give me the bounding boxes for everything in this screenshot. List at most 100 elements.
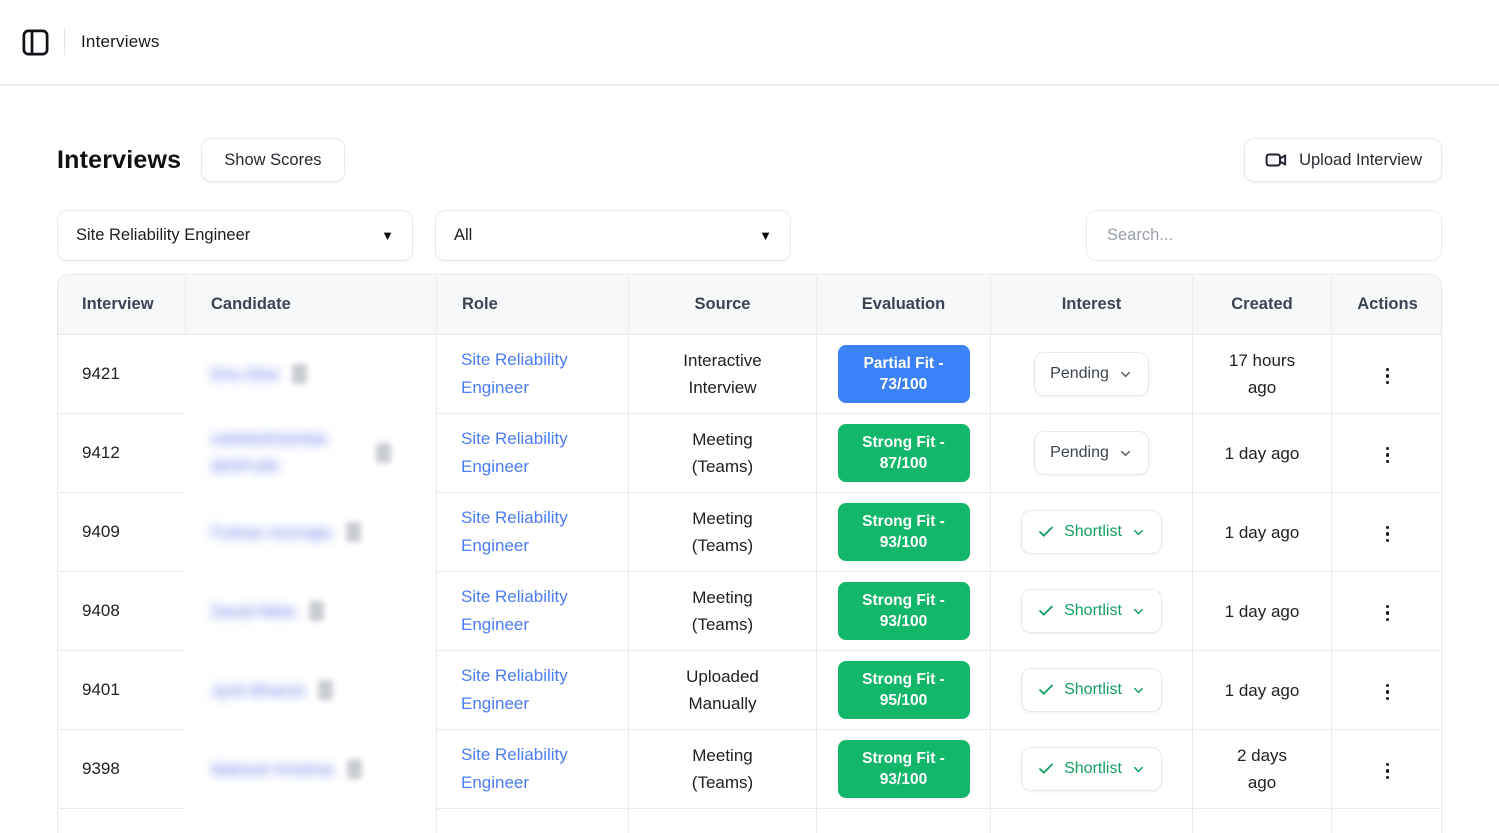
created-text: 1 day ago: [1225, 444, 1300, 463]
col-header-actions: Actions: [1331, 275, 1442, 335]
table-row: 9408 David Melo Site Reliability Engineer M…: [58, 572, 1442, 651]
source-cell: Meeting (Teams): [628, 572, 816, 651]
created-text: 17 hours ago: [1229, 351, 1295, 397]
actions-cell: [1331, 335, 1442, 414]
role-link[interactable]: Site Reliability Engineer: [461, 425, 604, 481]
created-cell: 1 day ago: [1192, 572, 1331, 651]
candidate-name: Ertu Eksi: [211, 361, 279, 388]
heading-row: Interviews Show Scores Upload Interview: [57, 138, 1442, 182]
upload-interview-button[interactable]: Upload Interview: [1244, 138, 1442, 182]
interest-label: Shortlist: [1064, 602, 1122, 620]
row-actions-button[interactable]: [1378, 597, 1397, 629]
interest-cell: Pending: [990, 335, 1192, 414]
interest-cell: Shortlist: [990, 493, 1192, 572]
panel-left-icon: [20, 27, 51, 58]
table-row: 9412 HARIKRISHNA MOPURI Site Reliability E…: [58, 414, 1442, 493]
interest-dropdown[interactable]: Shortlist: [1021, 589, 1162, 633]
show-scores-button[interactable]: Show Scores: [201, 138, 344, 182]
top-bar: Interviews: [0, 0, 1499, 86]
source-text: Uploaded Manually: [686, 667, 759, 713]
candidate-name-link[interactable]: Ertu Eksi: [211, 361, 307, 388]
upload-interview-label: Upload Interview: [1299, 151, 1422, 170]
created-text: 1 day ago: [1225, 602, 1300, 621]
interest-dropdown[interactable]: Shortlist: [1021, 510, 1162, 554]
col-header-source: Source: [628, 275, 816, 335]
candidate-name-link[interactable]: David Melo: [211, 598, 324, 625]
search-input[interactable]: [1086, 210, 1442, 261]
interest-dropdown[interactable]: Pending: [1034, 431, 1149, 475]
row-actions-button[interactable]: [1378, 518, 1397, 550]
evaluation-cell: Strong Fit - 93/100: [816, 730, 990, 809]
role-link[interactable]: Site Reliability Engineer: [461, 583, 604, 639]
evaluation-badge: Strong Fit - 93/100: [838, 503, 970, 561]
actions-cell: [1331, 493, 1442, 572]
interest-label: Pending: [1050, 444, 1109, 462]
candidate-cell: Mahesh Krishna: [185, 730, 436, 809]
status-filter-value: All: [454, 226, 472, 245]
candidate-name-link[interactable]: Jyoti Bhanot: [211, 677, 333, 704]
interview-id-cell: 9409: [58, 493, 185, 572]
role-link[interactable]: Site Reliability Engineer: [461, 741, 604, 797]
source-text: Meeting (Teams): [692, 746, 753, 792]
caret-down-icon: ▼: [759, 228, 772, 243]
breadcrumb-title: Interviews: [81, 32, 160, 52]
evaluation-cell: Partial Fit - 73/100: [816, 335, 990, 414]
source-cell: Meeting (Teams): [628, 414, 816, 493]
col-header-evaluation: Evaluation: [816, 275, 990, 335]
row-actions-button[interactable]: [1378, 360, 1397, 392]
sidebar-toggle-button[interactable]: [16, 23, 54, 61]
empty-cell: [436, 809, 628, 833]
source-text: Interactive Interview: [683, 351, 761, 397]
created-text: 1 day ago: [1225, 523, 1300, 542]
evaluation-badge: Strong Fit - 95/100: [838, 661, 970, 719]
col-header-role: Role: [436, 275, 628, 335]
interest-dropdown[interactable]: Shortlist: [1021, 668, 1162, 712]
candidate-cell: Ertu Eksi: [185, 335, 436, 414]
interview-id-cell: 9408: [58, 572, 185, 651]
document-icon: [376, 443, 391, 463]
candidate-name-link[interactable]: Mahesh Krishna: [211, 756, 362, 783]
interest-dropdown[interactable]: Shortlist: [1021, 747, 1162, 791]
candidate-cell: Furkan Incirogiu: [185, 493, 436, 572]
role-cell: Site Reliability Engineer: [436, 572, 628, 651]
candidate-name-link[interactable]: Furkan Incirogiu: [211, 519, 361, 546]
candidate-name-link[interactable]: HARIKRISHNA MOPURI: [211, 426, 391, 480]
row-actions-button[interactable]: [1378, 755, 1397, 787]
main-content: Interviews Show Scores Upload Interview …: [0, 138, 1499, 833]
role-link[interactable]: Site Reliability Engineer: [461, 662, 604, 718]
table-header-row: Interview Candidate Role Source Evaluati…: [58, 275, 1442, 335]
role-filter-select[interactable]: Site Reliability Engineer ▼: [57, 210, 413, 261]
interest-cell: Shortlist: [990, 651, 1192, 730]
empty-cell: [816, 809, 990, 833]
role-link[interactable]: Site Reliability Engineer: [461, 504, 604, 560]
interest-dropdown[interactable]: Pending: [1034, 352, 1149, 396]
role-link[interactable]: Site Reliability Engineer: [461, 346, 604, 402]
status-filter-select[interactable]: All ▼: [435, 210, 791, 261]
table-row: 9421 Ertu Eksi Site Reliability Engineer In…: [58, 335, 1442, 414]
col-header-interview: Interview: [58, 275, 185, 335]
candidate-name: Jyoti Bhanot: [211, 677, 305, 704]
divider: [64, 29, 65, 55]
created-cell: 1 day ago: [1192, 493, 1331, 572]
row-actions-button[interactable]: [1378, 439, 1397, 471]
actions-cell: [1331, 730, 1442, 809]
document-icon: [292, 364, 307, 384]
col-header-interest: Interest: [990, 275, 1192, 335]
chevron-down-icon: [1131, 525, 1146, 540]
candidate-name: HARIKRISHNA MOPURI: [211, 426, 363, 480]
created-cell: 1 day ago: [1192, 651, 1331, 730]
created-text: 1 day ago: [1225, 681, 1300, 700]
evaluation-badge: Strong Fit - 93/100: [838, 740, 970, 798]
interest-cell: Shortlist: [990, 572, 1192, 651]
row-actions-button[interactable]: [1378, 676, 1397, 708]
interview-id-cell: 9412: [58, 414, 185, 493]
evaluation-badge: Partial Fit - 73/100: [838, 345, 970, 403]
empty-cell: [628, 809, 816, 833]
created-cell: 17 hours ago: [1192, 335, 1331, 414]
interview-id-cell: 9398: [58, 730, 185, 809]
evaluation-cell: Strong Fit - 95/100: [816, 651, 990, 730]
created-cell: 1 day ago: [1192, 414, 1331, 493]
interest-label: Shortlist: [1064, 681, 1122, 699]
interview-id-cell: 9421: [58, 335, 185, 414]
col-header-created: Created: [1192, 275, 1331, 335]
